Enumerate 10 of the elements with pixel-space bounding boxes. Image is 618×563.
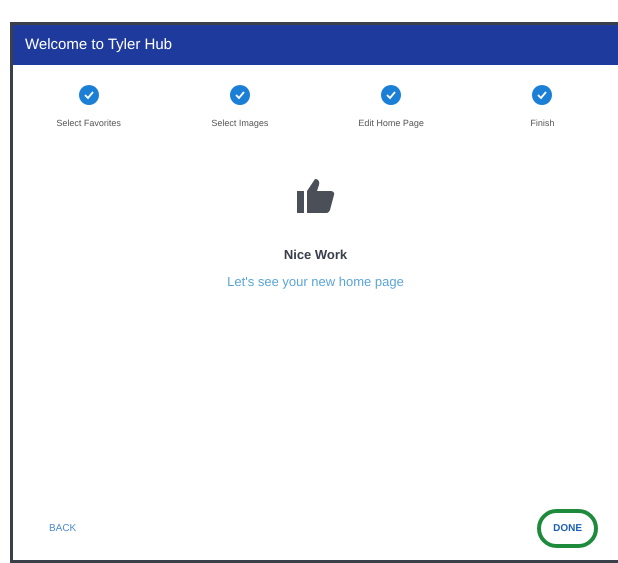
step-label: Select Images [211, 117, 268, 130]
message-subtitle: Let's see your new home page [227, 273, 404, 291]
thumbs-up-icon [296, 178, 334, 212]
step-label: Finish [530, 117, 554, 130]
message-title: Nice Work [284, 246, 348, 264]
window-title: Welcome to Tyler Hub [25, 34, 172, 55]
step-label: Edit Home Page [358, 117, 424, 130]
step-label: Select Favorites [56, 117, 121, 130]
done-button[interactable]: DONE [537, 509, 598, 548]
back-button[interactable]: BACK [33, 509, 92, 548]
